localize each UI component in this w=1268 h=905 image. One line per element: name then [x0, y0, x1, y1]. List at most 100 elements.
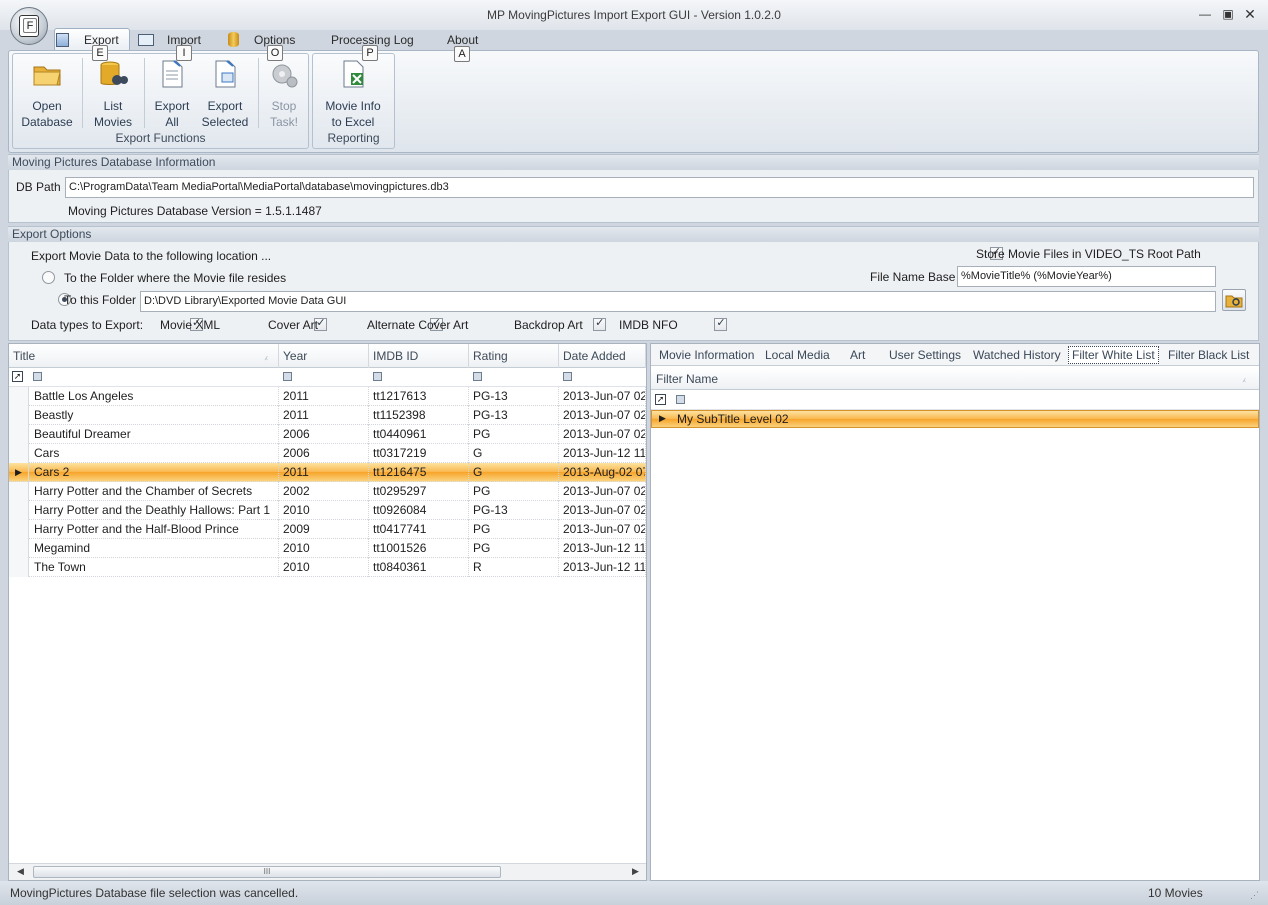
column-imdb-id[interactable]: IMDB ID — [369, 344, 469, 368]
minimize-button[interactable]: — — [1196, 6, 1214, 22]
cell-rating: G — [469, 463, 559, 482]
excel-export-icon — [343, 60, 364, 88]
window-title: MP MovingPictures Import Export GUI - Ve… — [487, 8, 781, 22]
stop-task-button[interactable]: Stop Task! — [263, 58, 305, 130]
table-row[interactable]: The Town2010tt0840361R2013-Jun-12 11:5 — [9, 558, 646, 577]
list-movies-button[interactable]: List Movies — [88, 58, 138, 130]
filter-cell-rating[interactable] — [473, 372, 482, 381]
table-row[interactable]: Beautiful Dreamer 2006 tt0440961 PG 2013-Jun… — [9, 425, 646, 444]
ribbon-separator — [144, 58, 145, 128]
row-header[interactable] — [9, 482, 29, 501]
imdb-nfo-checkbox[interactable] — [714, 316, 728, 331]
filter-editor-icon[interactable]: ➚ — [655, 394, 666, 405]
sort-ascending-icon: ⁁ — [265, 350, 268, 360]
table-row[interactable]: Harry Potter and the Chamber of Secrets 2… — [9, 482, 646, 501]
browse-folder-button[interactable] — [1222, 289, 1246, 311]
table-row[interactable]: Megamind2010tt1001526PG2013-Jun-12 11:5 — [9, 539, 646, 558]
backdrop-art-checkbox[interactable] — [593, 316, 607, 331]
scroll-left-icon[interactable]: ◀ — [17, 866, 24, 877]
cell-title: Beastly — [29, 406, 279, 425]
tab-movie-information[interactable]: Movie Information — [659, 345, 754, 365]
filter-cell-year[interactable] — [283, 372, 292, 381]
maximize-button[interactable]: ▣ — [1219, 6, 1237, 22]
db-path-field[interactable]: C:\ProgramData\Team MediaPortal\MediaPor… — [65, 177, 1254, 198]
scroll-thumb[interactable]: III — [33, 866, 501, 878]
scroll-right-icon[interactable]: ▶ — [632, 866, 639, 877]
document-export-icon — [162, 60, 183, 88]
movie-grid[interactable]: Title ⁁ Year IMDB ID Rating Date Added ➚… — [8, 343, 647, 881]
row-header[interactable] — [9, 539, 29, 558]
movie-xml-label: Movie XML — [160, 318, 221, 332]
open-database-label-2: Database — [21, 115, 73, 129]
tab-art[interactable]: Art — [850, 345, 865, 365]
cell-rating: PG-13 — [469, 406, 559, 425]
table-row[interactable]: Harry Potter and the Deathly Hallows: Pa… — [9, 501, 646, 520]
tab-filter-black-list[interactable]: Filter Black List — [1168, 345, 1249, 365]
filter-cell-imdb-id[interactable] — [373, 372, 382, 381]
cell-imdb-id: tt0440961 — [369, 425, 469, 444]
table-row[interactable]: Beastly2011tt1152398PG-132013-Jun-07 02:… — [9, 406, 646, 425]
row-header[interactable] — [9, 501, 29, 520]
horizontal-scrollbar[interactable]: ◀ III ▶ — [9, 863, 646, 880]
row-header[interactable] — [9, 425, 29, 444]
keytip-options: O — [267, 45, 283, 61]
cell-date-added: 2013-Jun-07 02:4 — [559, 406, 646, 425]
cover-art-label: Cover Art — [268, 318, 319, 332]
export-selected-button[interactable]: Export Selected — [199, 58, 251, 130]
filter-editor-icon[interactable]: ➚ — [12, 371, 23, 382]
open-database-button[interactable]: Open Database — [18, 58, 76, 130]
cell-year: 2010 — [279, 558, 369, 577]
row-header[interactable] — [9, 387, 29, 406]
table-row[interactable]: Cars2006tt0317219G2013-Jun-12 11:5 — [9, 444, 646, 463]
ribbon-separator — [258, 58, 259, 128]
tab-user-settings[interactable]: User Settings — [889, 345, 961, 365]
resize-grip-icon[interactable]: ⋰ — [1250, 885, 1259, 905]
export-location-label: Export Movie Data to the following locat… — [31, 249, 272, 263]
table-row[interactable]: Harry Potter and the Half-Blood Prince 20… — [9, 520, 646, 539]
row-header[interactable] — [9, 444, 29, 463]
table-row[interactable]: ▶ Cars 22011tt1216475G2013-Aug-02 07:3 — [9, 463, 646, 482]
radio-movie-folder[interactable] — [42, 271, 55, 284]
current-row-indicator-icon: ▶ — [15, 467, 22, 477]
filter-cell-title[interactable] — [33, 372, 42, 381]
tab-watched-history[interactable]: Watched History — [973, 345, 1061, 365]
column-filter-name[interactable]: Filter Name — [656, 372, 718, 386]
column-rating[interactable]: Rating — [469, 344, 559, 368]
current-row-indicator-icon: ▶ — [659, 413, 666, 423]
stop-task-label-2: Task! — [269, 115, 298, 129]
cell-date-added: 2013-Jun-07 02:4 — [559, 482, 646, 501]
filter-row[interactable]: ➚ — [9, 368, 646, 387]
cell-date-added: 2013-Jun-12 11:5 — [559, 558, 646, 577]
export-folder-field[interactable]: D:\DVD Library\Exported Movie Data GUI — [140, 291, 1216, 312]
table-row[interactable]: Battle Los Angeles 2011 tt1217613 PG-13 2013… — [9, 387, 646, 406]
filter-row-selected[interactable]: ▶ My SubTitle Level 02 — [651, 410, 1259, 428]
movie-info-to-excel-button[interactable]: Movie Info to Excel — [317, 58, 389, 130]
movie-info-label-1: Movie Info — [325, 99, 381, 113]
export-selected-label-2: Selected — [201, 115, 249, 129]
row-header[interactable] — [9, 558, 29, 577]
cell-title: Harry Potter and the Half-Blood Prince — [29, 520, 279, 539]
row-header[interactable] — [9, 520, 29, 539]
export-all-button[interactable]: Export All — [150, 58, 194, 130]
tab-filter-white-list[interactable]: Filter White List — [1068, 346, 1159, 364]
movie-count: 10 Movies — [1148, 886, 1203, 900]
row-header[interactable]: ▶ — [9, 463, 29, 482]
application-menu-button[interactable]: F — [10, 7, 48, 45]
filter-cell-date-added[interactable] — [563, 372, 572, 381]
cell-rating: PG — [469, 482, 559, 501]
cell-year: 2010 — [279, 501, 369, 520]
tab-local-media[interactable]: Local Media — [765, 345, 830, 365]
status-message: MovingPictures Database file selection w… — [10, 886, 299, 900]
store-video-ts-label: Store Movie Files in VIDEO_TS Root Path — [976, 247, 1201, 261]
row-header[interactable] — [9, 406, 29, 425]
cell-imdb-id: tt0317219 — [369, 444, 469, 463]
close-button[interactable]: ✕ — [1241, 6, 1259, 22]
column-title[interactable]: Title — [9, 344, 279, 368]
file-name-base-field[interactable]: %MovieTitle% (%MovieYear%) — [957, 266, 1216, 287]
column-date-added[interactable]: Date Added — [559, 344, 646, 368]
filter-cell-filter-name[interactable] — [676, 395, 685, 404]
cell-date-added: 2013-Jun-07 02:4 — [559, 387, 646, 406]
filter-grid-filter-row[interactable]: ➚ — [651, 391, 1259, 410]
cell-imdb-id: tt0417741 — [369, 520, 469, 539]
column-year[interactable]: Year — [279, 344, 369, 368]
